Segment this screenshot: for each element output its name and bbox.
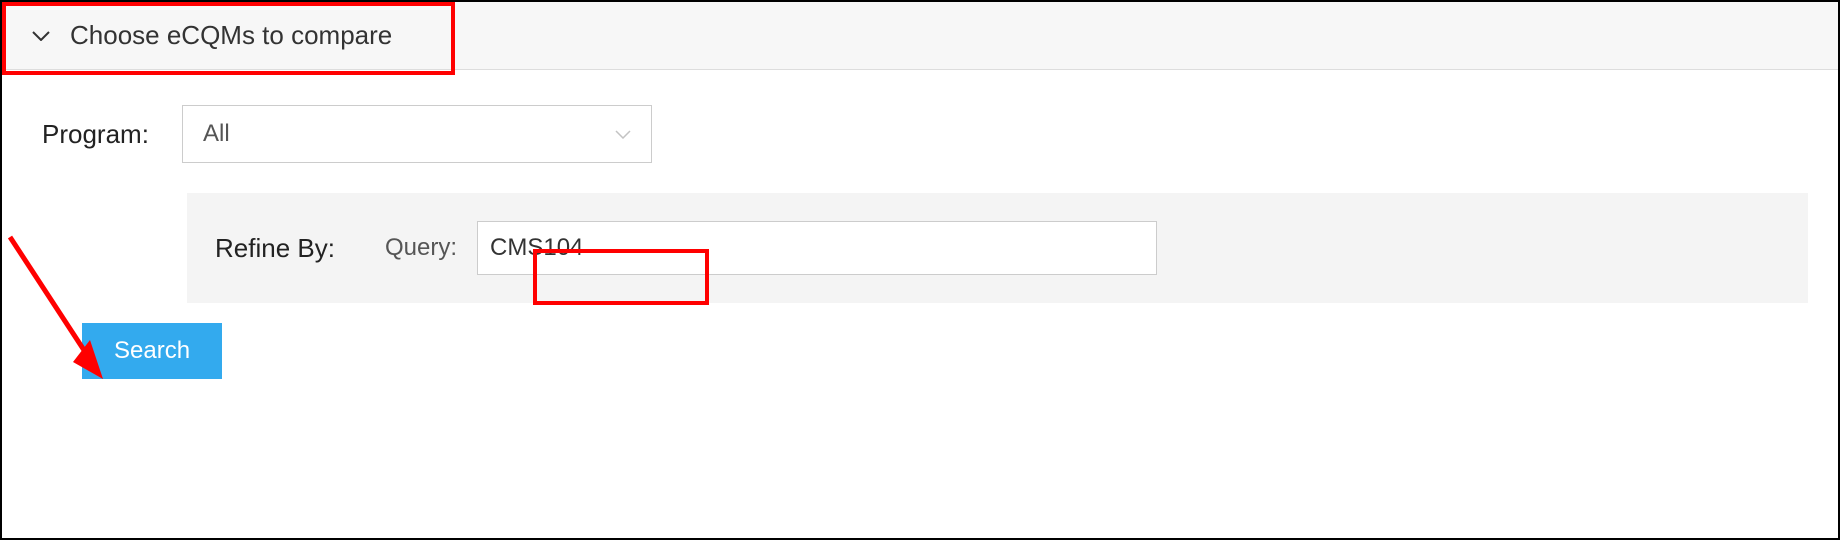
expand-toggle[interactable]: Choose eCQMs to compare: [32, 20, 392, 51]
header-title: Choose eCQMs to compare: [70, 20, 392, 51]
content-area: Program: All Refine By: Query: Search: [2, 70, 1838, 379]
chevron-down-icon: [32, 31, 50, 41]
program-label: Program:: [42, 119, 182, 150]
program-selected-value: All: [203, 120, 230, 148]
search-button[interactable]: Search: [82, 323, 222, 379]
refine-section: Refine By: Query:: [187, 193, 1808, 303]
query-input[interactable]: [477, 221, 1157, 275]
chevron-down-icon: [615, 130, 631, 139]
program-row: Program: All: [42, 105, 1838, 163]
expandable-header[interactable]: Choose eCQMs to compare: [2, 2, 1838, 70]
query-label: Query:: [385, 234, 457, 262]
program-select[interactable]: All: [182, 105, 652, 163]
refine-by-label: Refine By:: [215, 233, 385, 264]
